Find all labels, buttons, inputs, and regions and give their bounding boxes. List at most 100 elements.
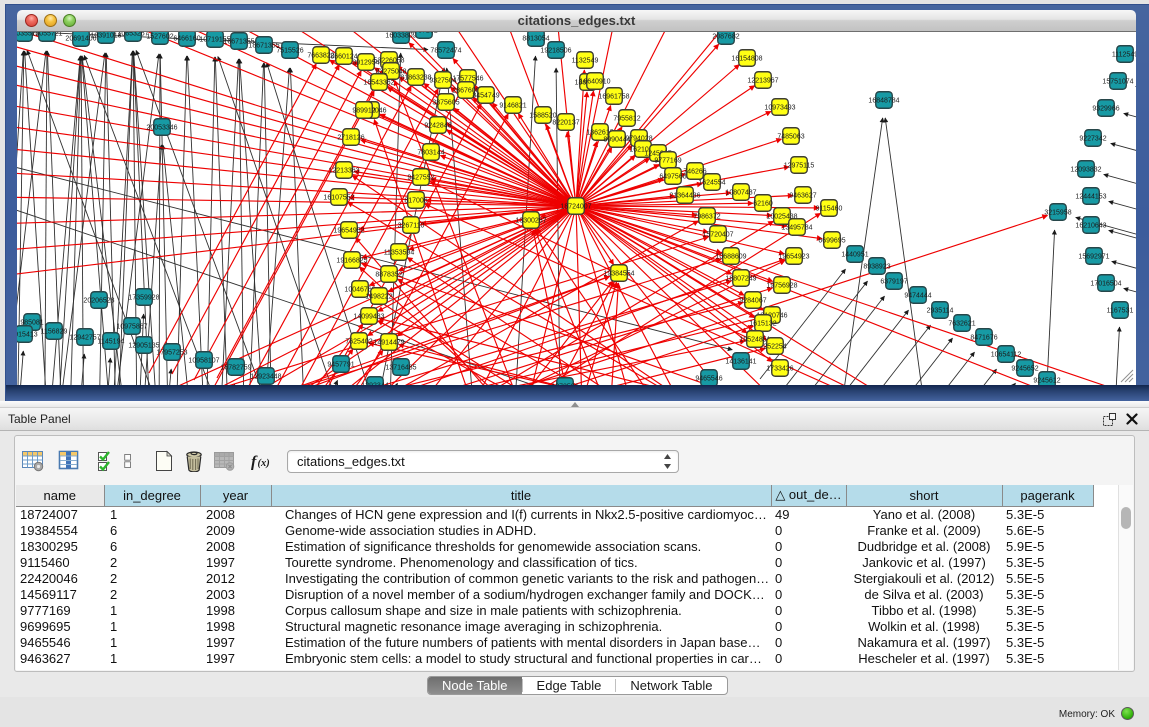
svg-text:1156829: 1156829 bbox=[41, 329, 68, 336]
svg-text:13300267: 13300267 bbox=[515, 218, 546, 225]
svg-text:7625402: 7625402 bbox=[345, 339, 372, 346]
svg-text:(x): (x) bbox=[258, 458, 270, 469]
svg-text:19524851: 19524851 bbox=[739, 337, 770, 344]
svg-text:17359928: 17359928 bbox=[128, 295, 159, 302]
svg-text:19384554: 19384554 bbox=[603, 271, 634, 278]
svg-text:8878352: 8878352 bbox=[375, 272, 402, 279]
svg-text:16848784: 16848784 bbox=[868, 98, 899, 105]
svg-text:2718126: 2718126 bbox=[337, 135, 364, 142]
svg-text:13716485: 13716485 bbox=[385, 365, 416, 372]
svg-text:7515526: 7515526 bbox=[276, 48, 303, 55]
svg-text:12093832: 12093832 bbox=[1070, 167, 1101, 174]
svg-text:14136141: 14136141 bbox=[725, 359, 756, 366]
svg-text:10653267: 10653267 bbox=[117, 32, 148, 38]
svg-text:7986372: 7986372 bbox=[693, 214, 720, 221]
svg-text:9245652: 9245652 bbox=[1011, 366, 1038, 373]
svg-text:9777169: 9777169 bbox=[654, 158, 681, 165]
svg-text:6699695: 6699695 bbox=[818, 238, 845, 245]
svg-text:1615132: 1615132 bbox=[749, 321, 776, 328]
svg-text:1273596: 1273596 bbox=[551, 384, 578, 386]
svg-text:2935114: 2935114 bbox=[927, 308, 954, 315]
svg-text:10975867: 10975867 bbox=[116, 324, 147, 331]
svg-text:19166825: 19166825 bbox=[336, 258, 367, 265]
svg-text:19218506: 19218506 bbox=[540, 48, 571, 55]
svg-text:9227342: 9227342 bbox=[1079, 136, 1106, 143]
svg-text:1733426: 1733426 bbox=[766, 366, 793, 373]
svg-text:16782759: 16782759 bbox=[220, 365, 251, 372]
svg-text:20053346: 20053346 bbox=[146, 125, 177, 132]
svg-text:81863238: 81863238 bbox=[400, 75, 431, 82]
svg-text:9463627: 9463627 bbox=[789, 193, 816, 200]
svg-text:8471676: 8471676 bbox=[970, 335, 997, 342]
svg-text:9427552: 9427552 bbox=[407, 175, 434, 182]
svg-text:15720407: 15720407 bbox=[702, 232, 733, 239]
svg-text:10973493: 10973493 bbox=[764, 105, 795, 112]
svg-text:18671355: 18671355 bbox=[248, 43, 279, 50]
svg-text:8220137: 8220137 bbox=[552, 120, 579, 127]
svg-text:20206528: 20206528 bbox=[83, 298, 114, 305]
svg-text:9457791: 9457791 bbox=[327, 362, 354, 369]
svg-text:19654952: 19654952 bbox=[333, 228, 364, 235]
svg-text:16543362: 16543362 bbox=[363, 80, 394, 87]
svg-text:1112549: 1112549 bbox=[1112, 52, 1136, 59]
svg-text:12975115: 12975115 bbox=[784, 163, 815, 170]
svg-text:1498222: 1498222 bbox=[365, 294, 392, 301]
svg-text:7485063: 7485063 bbox=[777, 134, 804, 141]
svg-text:3267110: 3267110 bbox=[398, 223, 425, 230]
svg-text:16640910: 16640910 bbox=[579, 79, 610, 86]
svg-text:7955812: 7955812 bbox=[613, 116, 640, 123]
svg-text:3215958: 3215958 bbox=[1044, 210, 1071, 217]
svg-text:19654923: 19654923 bbox=[778, 254, 809, 261]
svg-text:12213363: 12213363 bbox=[328, 168, 359, 175]
svg-text:9245612: 9245612 bbox=[1033, 378, 1060, 385]
svg-text:10688609: 10688609 bbox=[715, 254, 746, 261]
svg-text:1527602: 1527602 bbox=[146, 34, 173, 41]
svg-text:989912: 989912 bbox=[352, 108, 375, 115]
svg-text:14914479: 14914479 bbox=[373, 340, 404, 347]
svg-text:14055721: 14055721 bbox=[31, 32, 62, 38]
svg-text:9115460: 9115460 bbox=[816, 206, 843, 213]
svg-text:10807487: 10807487 bbox=[725, 190, 756, 197]
svg-text:78572474: 78572474 bbox=[430, 48, 461, 55]
svg-text:2087682: 2087682 bbox=[712, 34, 739, 41]
svg-text:12942757: 12942757 bbox=[69, 335, 100, 342]
svg-text:9146821: 9146821 bbox=[499, 103, 526, 110]
svg-text:6466160: 6466160 bbox=[173, 36, 200, 43]
svg-text:1588520: 1588520 bbox=[529, 113, 556, 120]
svg-text:19756928: 19756928 bbox=[766, 283, 797, 290]
svg-text:6379197: 6379197 bbox=[880, 279, 907, 286]
svg-text:9474444: 9474444 bbox=[904, 293, 931, 300]
svg-text:1145194: 1145194 bbox=[98, 339, 125, 346]
svg-text:7803144: 7803144 bbox=[417, 150, 444, 157]
svg-text:16107552: 16107552 bbox=[323, 195, 354, 202]
svg-text:746266: 746266 bbox=[683, 169, 706, 176]
svg-text:17957253: 17957253 bbox=[156, 350, 187, 357]
svg-text:62160: 62160 bbox=[753, 201, 773, 208]
svg-text:15751074: 15751074 bbox=[1102, 79, 1133, 86]
svg-text:7632621: 7632621 bbox=[948, 321, 975, 328]
svg-text:14099483: 14099483 bbox=[353, 314, 384, 321]
svg-text:8813054: 8813054 bbox=[522, 36, 549, 43]
svg-text:9284067: 9284067 bbox=[739, 298, 766, 305]
svg-text:16961758: 16961758 bbox=[598, 94, 629, 101]
svg-text:10654112: 10654112 bbox=[991, 352, 1022, 359]
svg-text:16210643: 16210643 bbox=[1075, 223, 1106, 230]
svg-text:9465546: 9465546 bbox=[695, 376, 722, 383]
svg-text:1440951: 1440951 bbox=[841, 252, 868, 259]
svg-text:18724007: 18724007 bbox=[560, 204, 591, 211]
svg-text:12444153: 12444153 bbox=[1075, 194, 1106, 201]
svg-text:1292344: 1292344 bbox=[361, 383, 388, 386]
svg-text:11353594: 11353594 bbox=[384, 250, 415, 257]
svg-text:1167531: 1167531 bbox=[1107, 308, 1134, 315]
svg-text:1624554: 1624554 bbox=[698, 180, 725, 187]
svg-text:15692971: 15692971 bbox=[1078, 254, 1109, 261]
svg-text:1132549: 1132549 bbox=[572, 58, 599, 65]
svg-text:8454749: 8454749 bbox=[472, 93, 499, 100]
svg-text:12923448: 12923448 bbox=[250, 374, 281, 381]
svg-text:817006: 817006 bbox=[404, 198, 427, 205]
svg-text:12905135: 12905135 bbox=[128, 343, 159, 350]
svg-text:3875605: 3875605 bbox=[432, 100, 459, 107]
svg-text:9329966: 9329966 bbox=[1092, 106, 1119, 113]
svg-text:1757232: 1757232 bbox=[410, 32, 437, 35]
svg-text:6497568: 6497568 bbox=[659, 174, 686, 181]
